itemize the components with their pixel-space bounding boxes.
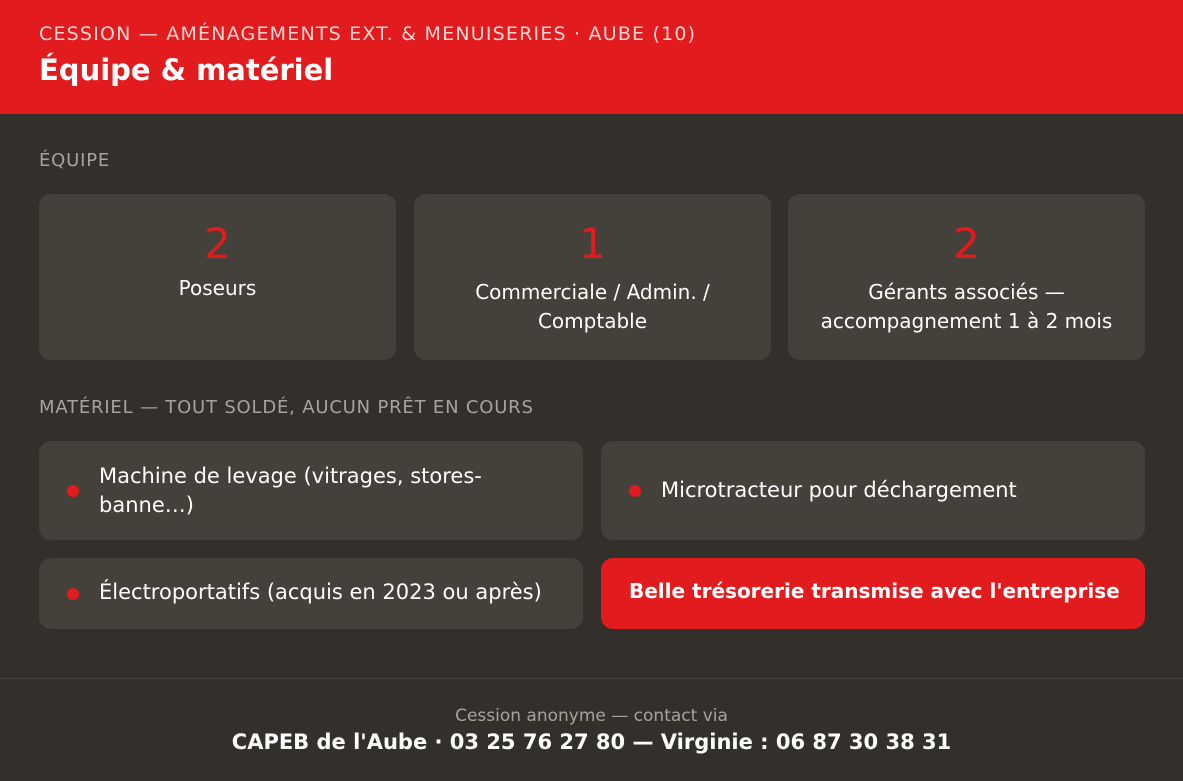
equipment-item-label: Machine de levage (vitrages, stores-bann… — [99, 464, 482, 517]
equipment-section-label: MATÉRIEL — TOUT SOLDÉ, AUCUN PRÊT EN COU… — [39, 397, 534, 418]
team-count: 2 — [953, 219, 980, 268]
equipment-item-microtractor: Microtracteur pour déchargement — [601, 441, 1145, 540]
team-card-gerants: 2 Gérants associés — accompagnement 1 à … — [788, 194, 1145, 360]
equipment-item-label: Électroportatifs (acquis en 2023 ou aprè… — [99, 580, 542, 604]
red-dot-icon — [629, 485, 641, 497]
page-title: Équipe & matériel — [39, 53, 334, 87]
team-card-admin: 1 Commerciale / Admin. / Comptable — [414, 194, 771, 360]
equipment-item-lifting-machine: Machine de levage (vitrages, stores-bann… — [39, 441, 583, 540]
footer-contact: CAPEB de l'Aube · 03 25 76 27 80 — Virgi… — [231, 730, 952, 754]
red-dot-icon — [67, 485, 79, 497]
team-count: 1 — [579, 219, 606, 268]
equipment-item-label: Microtracteur pour déchargement — [661, 478, 1017, 502]
footer-divider — [0, 678, 1183, 679]
treasury-highlight-text: Belle trésorerie transmise avec l'entrep… — [629, 579, 1120, 603]
team-section-label: ÉQUIPE — [39, 150, 111, 171]
header-kicker: CESSION — AMÉNAGEMENTS EXT. & MENUISERIE… — [39, 23, 697, 45]
red-dot-icon — [67, 588, 79, 600]
equipment-item-power-tools: Électroportatifs (acquis en 2023 ou aprè… — [39, 558, 583, 629]
treasury-highlight-card: Belle trésorerie transmise avec l'entrep… — [601, 558, 1145, 629]
team-card-poseurs: 2 Poseurs — [39, 194, 396, 360]
header-banner: CESSION — AMÉNAGEMENTS EXT. & MENUISERIE… — [0, 0, 1183, 114]
team-role-label: Gérants associés — accompagnement 1 à 2 … — [820, 280, 1113, 333]
team-role-label: Commerciale / Admin. / Comptable — [475, 280, 710, 333]
team-count: 2 — [204, 219, 231, 268]
footer-intro: Cession anonyme — contact via — [455, 706, 728, 726]
team-role-label: Poseurs — [178, 276, 257, 300]
